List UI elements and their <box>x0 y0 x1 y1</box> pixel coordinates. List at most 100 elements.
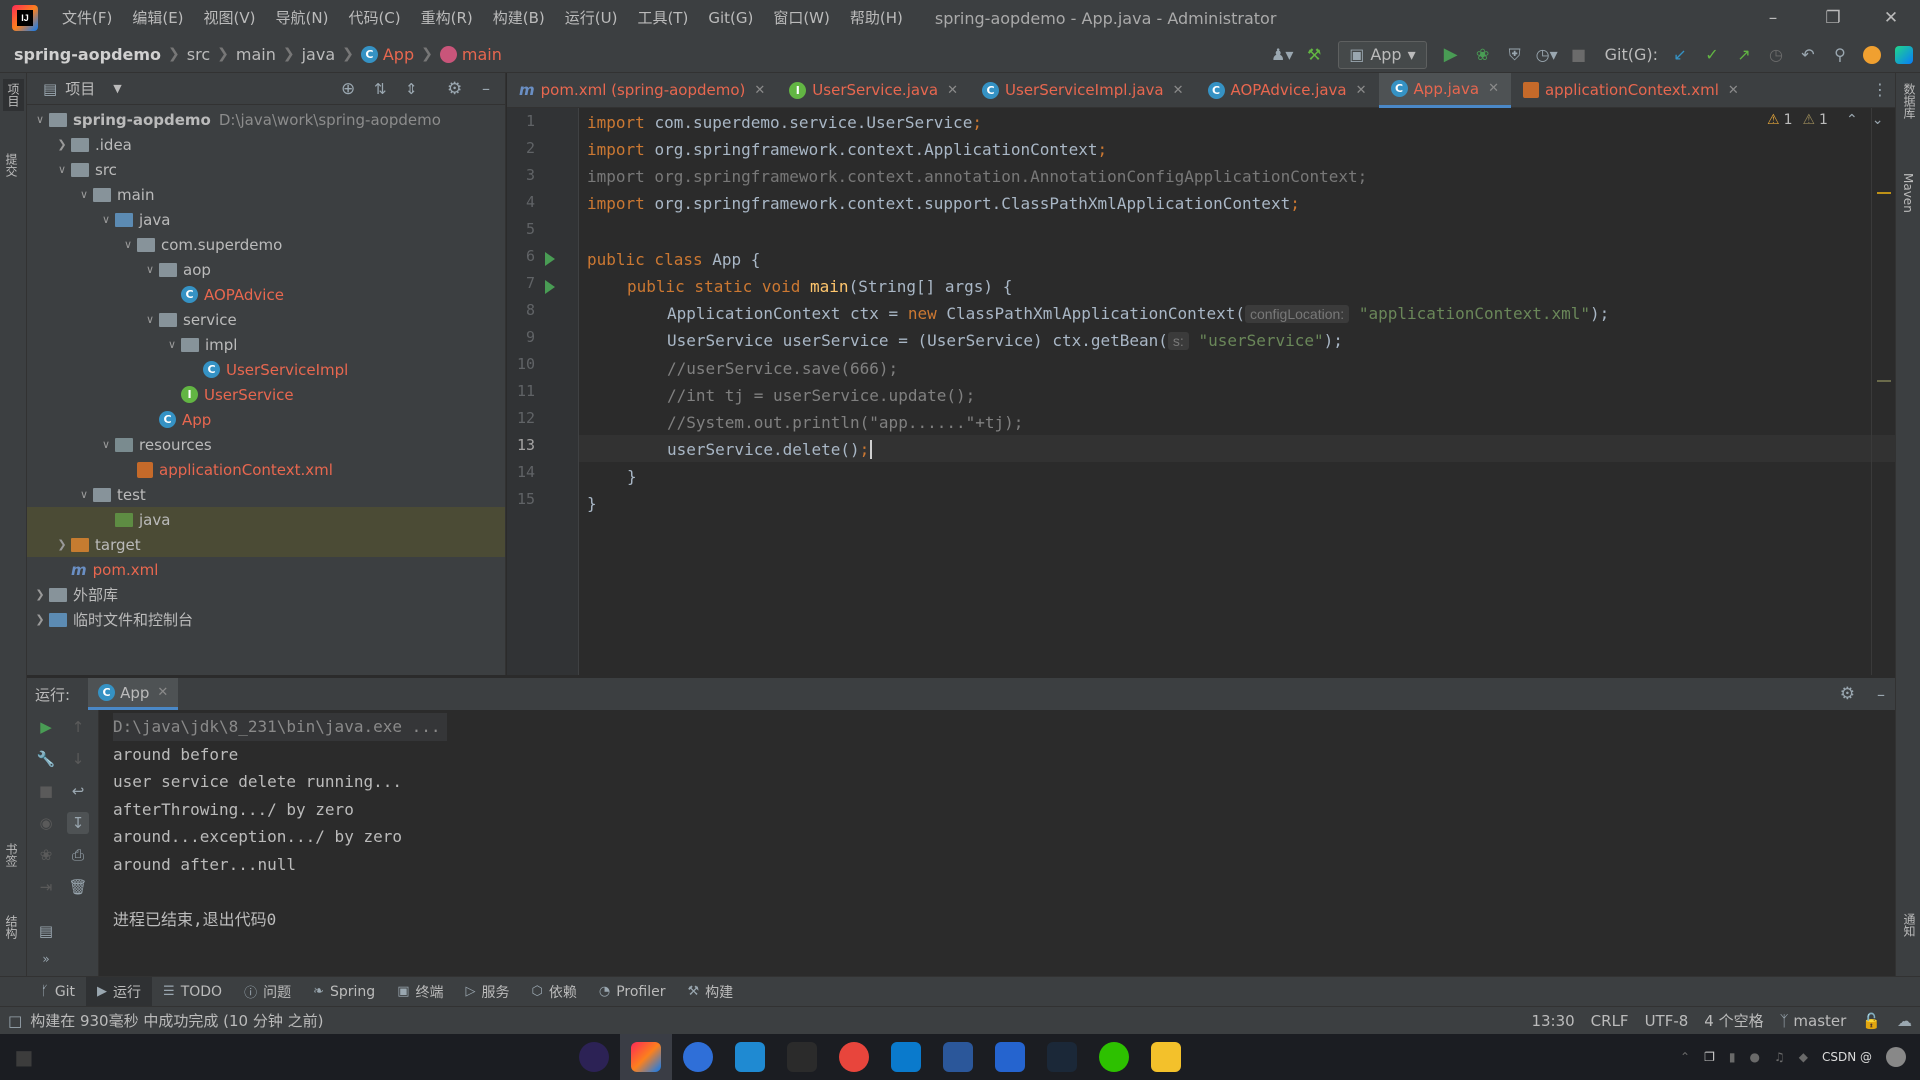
chevron-down-icon[interactable]: ∨ <box>119 238 137 251</box>
notifications-tool-tab[interactable]: 通知 <box>1901 913 1918 937</box>
run-tab-app[interactable]: C App ✕ <box>88 678 179 710</box>
exit-icon[interactable]: ⇥ <box>35 876 57 898</box>
volume-icon[interactable]: ♫ <box>1774 1050 1785 1064</box>
chevron-down-icon[interactable]: ∨ <box>141 263 159 276</box>
soft-wrap-icon[interactable]: ↩ <box>67 780 89 802</box>
tree-node[interactable]: ∨ aop <box>27 257 505 282</box>
taskbar-app-chrome[interactable] <box>828 1034 880 1080</box>
tree-node[interactable]: I UserService <box>27 382 505 407</box>
tree-node[interactable]: ∨ spring-aopdemo D:\java\work\spring-aopde… <box>27 107 505 132</box>
chevron-down-icon[interactable]: ∨ <box>75 488 93 501</box>
tree-node[interactable]: ❯ 外部库 <box>27 582 505 607</box>
layout-icon[interactable]: ▤ <box>35 920 57 942</box>
task-view-icon[interactable]: ❐ <box>1704 1050 1715 1064</box>
chevron-down-icon[interactable]: ▼ <box>113 82 121 95</box>
next-highlight-icon[interactable]: ⌄ <box>1872 112 1884 128</box>
menu-window[interactable]: 窗口(W) <box>763 0 840 36</box>
breadcrumb-src[interactable]: src <box>184 45 213 64</box>
close-tab-icon[interactable]: ✕ <box>1488 81 1499 96</box>
print-icon[interactable]: ⎙ <box>67 844 89 866</box>
chevron-right-icon[interactable]: ❯ <box>31 613 49 626</box>
caret-position[interactable]: 13:30 <box>1523 1012 1582 1030</box>
chevron-down-icon[interactable]: ∨ <box>163 338 181 351</box>
menu-view[interactable]: 视图(V) <box>194 0 266 36</box>
menu-file[interactable]: 文件(F) <box>52 0 122 36</box>
up-arrow-icon[interactable]: ↑ <box>67 716 89 738</box>
avatar[interactable] <box>1886 1047 1906 1067</box>
structure-tool-tab[interactable]: 结构 <box>3 915 20 939</box>
taskbar-app-word[interactable] <box>932 1034 984 1080</box>
scroll-to-end-icon[interactable]: ↧ <box>67 812 89 834</box>
editor-tab[interactable]: I UserService.java ✕ <box>777 73 970 108</box>
menu-code[interactable]: 代码(C) <box>338 0 410 36</box>
tree-node[interactable]: C AOPAdvice <box>27 282 505 307</box>
stop-icon[interactable]: ■ <box>1563 39 1595 71</box>
git-commit-icon[interactable]: ✓ <box>1696 39 1728 71</box>
git-push-icon[interactable]: ↗ <box>1728 39 1760 71</box>
tree-node[interactable]: ∨ java <box>27 207 505 232</box>
rerun-icon[interactable]: ▶ <box>35 716 57 738</box>
tree-node[interactable]: C App <box>27 407 505 432</box>
breadcrumb-main[interactable]: main <box>233 45 279 64</box>
chevron-down-icon[interactable]: ∨ <box>97 438 115 451</box>
taskbar-app-browser-edge[interactable] <box>672 1034 724 1080</box>
editor-tab[interactable]: m pom.xml (spring-aopdemo) ✕ <box>507 73 777 108</box>
restore-button[interactable]: ❐ <box>1804 0 1862 36</box>
toggle-tool-windows-icon[interactable]: □ <box>0 1012 30 1030</box>
breadcrumb-method-main[interactable]: main <box>437 45 505 64</box>
coverage-icon[interactable]: ⛨ <box>1499 39 1531 71</box>
build-hammer-icon[interactable]: ⚒ <box>1298 39 1330 71</box>
close-tab-icon[interactable]: ✕ <box>1173 83 1184 98</box>
collapse-all-icon[interactable]: ⇕ <box>405 80 418 98</box>
menu-run[interactable]: 运行(U) <box>555 0 628 36</box>
hide-panel-icon[interactable]: – <box>482 79 490 98</box>
debug-icon[interactable]: ❀ <box>1467 39 1499 71</box>
inspection-widget[interactable]: ⚠ 1 ⚠ 1 ⌃ ⌄ <box>1767 112 1883 128</box>
tree-node[interactable]: ∨ com.superdemo <box>27 232 505 257</box>
editor-tab[interactable]: C AOPAdvice.java ✕ <box>1196 73 1379 108</box>
user-icon[interactable]: ♟▾ <box>1266 39 1298 71</box>
tree-node[interactable]: java <box>27 507 505 532</box>
search-icon[interactable]: ⚲ <box>1824 39 1856 71</box>
chevron-right-icon[interactable]: ❯ <box>53 538 71 551</box>
input-method-icon[interactable]: ◆ <box>1799 1050 1808 1064</box>
chevron-down-icon[interactable]: ∨ <box>75 188 93 201</box>
expand-all-icon[interactable]: ⇅ <box>374 80 387 98</box>
minimize-button[interactable]: – <box>1744 0 1802 36</box>
tool-tab-run[interactable]: ▶ 运行 <box>86 976 153 1007</box>
taskbar-app-file-explorer[interactable] <box>1140 1034 1192 1080</box>
run-gutter-icon[interactable] <box>545 252 555 266</box>
tree-node[interactable]: ❯ 临时文件和控制台 <box>27 607 505 632</box>
history-icon[interactable]: ◷ <box>1760 39 1792 71</box>
tree-node[interactable]: ∨ service <box>27 307 505 332</box>
down-arrow-icon[interactable]: ↓ <box>67 748 89 770</box>
git-branch[interactable]: ᛉ master <box>1772 1012 1855 1030</box>
locate-icon[interactable]: ⊕ <box>341 79 355 99</box>
editor-tab[interactable]: applicationContext.xml ✕ <box>1511 73 1751 108</box>
console-command-line[interactable]: D:\java\jdk\8_231\bin\java.exe ... <box>113 713 447 741</box>
code-editor[interactable]: 1 2 3 4 5 6 7 8 9 10 11 12 13 14 15 import com.superde… <box>507 108 1895 675</box>
chevron-down-icon[interactable]: ∨ <box>31 113 49 126</box>
warning-stripe-marker[interactable] <box>1877 192 1891 194</box>
taskbar-app-vscode[interactable] <box>880 1034 932 1080</box>
tree-node[interactable]: C UserServiceImpl <box>27 357 505 382</box>
tool-tab-dependencies[interactable]: ⬡ 依赖 <box>520 977 587 1007</box>
chevron-down-icon[interactable]: ∨ <box>141 313 159 326</box>
run-icon[interactable]: ▶ <box>1435 39 1467 71</box>
tray-chevron-icon[interactable]: ⌃ <box>1680 1050 1690 1064</box>
close-tab-icon[interactable]: ✕ <box>157 685 168 700</box>
stop-icon[interactable]: ■ <box>35 780 57 802</box>
editor-tab[interactable]: C App.java ✕ <box>1378 72 1511 108</box>
tool-tab-todo[interactable]: ☰ TODO <box>152 977 233 1007</box>
bookmarks-tool-tab[interactable]: 书签 <box>3 843 20 867</box>
tree-node[interactable]: ∨ resources <box>27 432 505 457</box>
menu-refactor[interactable]: 重构(R) <box>411 0 483 36</box>
close-tab-icon[interactable]: ✕ <box>1356 83 1367 98</box>
project-tool-tab[interactable]: 项目 <box>3 79 24 111</box>
memory-indicator-icon[interactable]: ☁ <box>1889 1012 1920 1030</box>
taskbar-app-task-app[interactable] <box>724 1034 776 1080</box>
file-encoding[interactable]: UTF-8 <box>1637 1012 1697 1030</box>
chevron-right-icon[interactable]: ❯ <box>31 588 49 601</box>
weak-warning-stripe-marker[interactable] <box>1877 380 1891 382</box>
status-message[interactable]: 构建在 930毫秒 中成功完成 (10 分钟 之前) <box>30 1010 331 1031</box>
